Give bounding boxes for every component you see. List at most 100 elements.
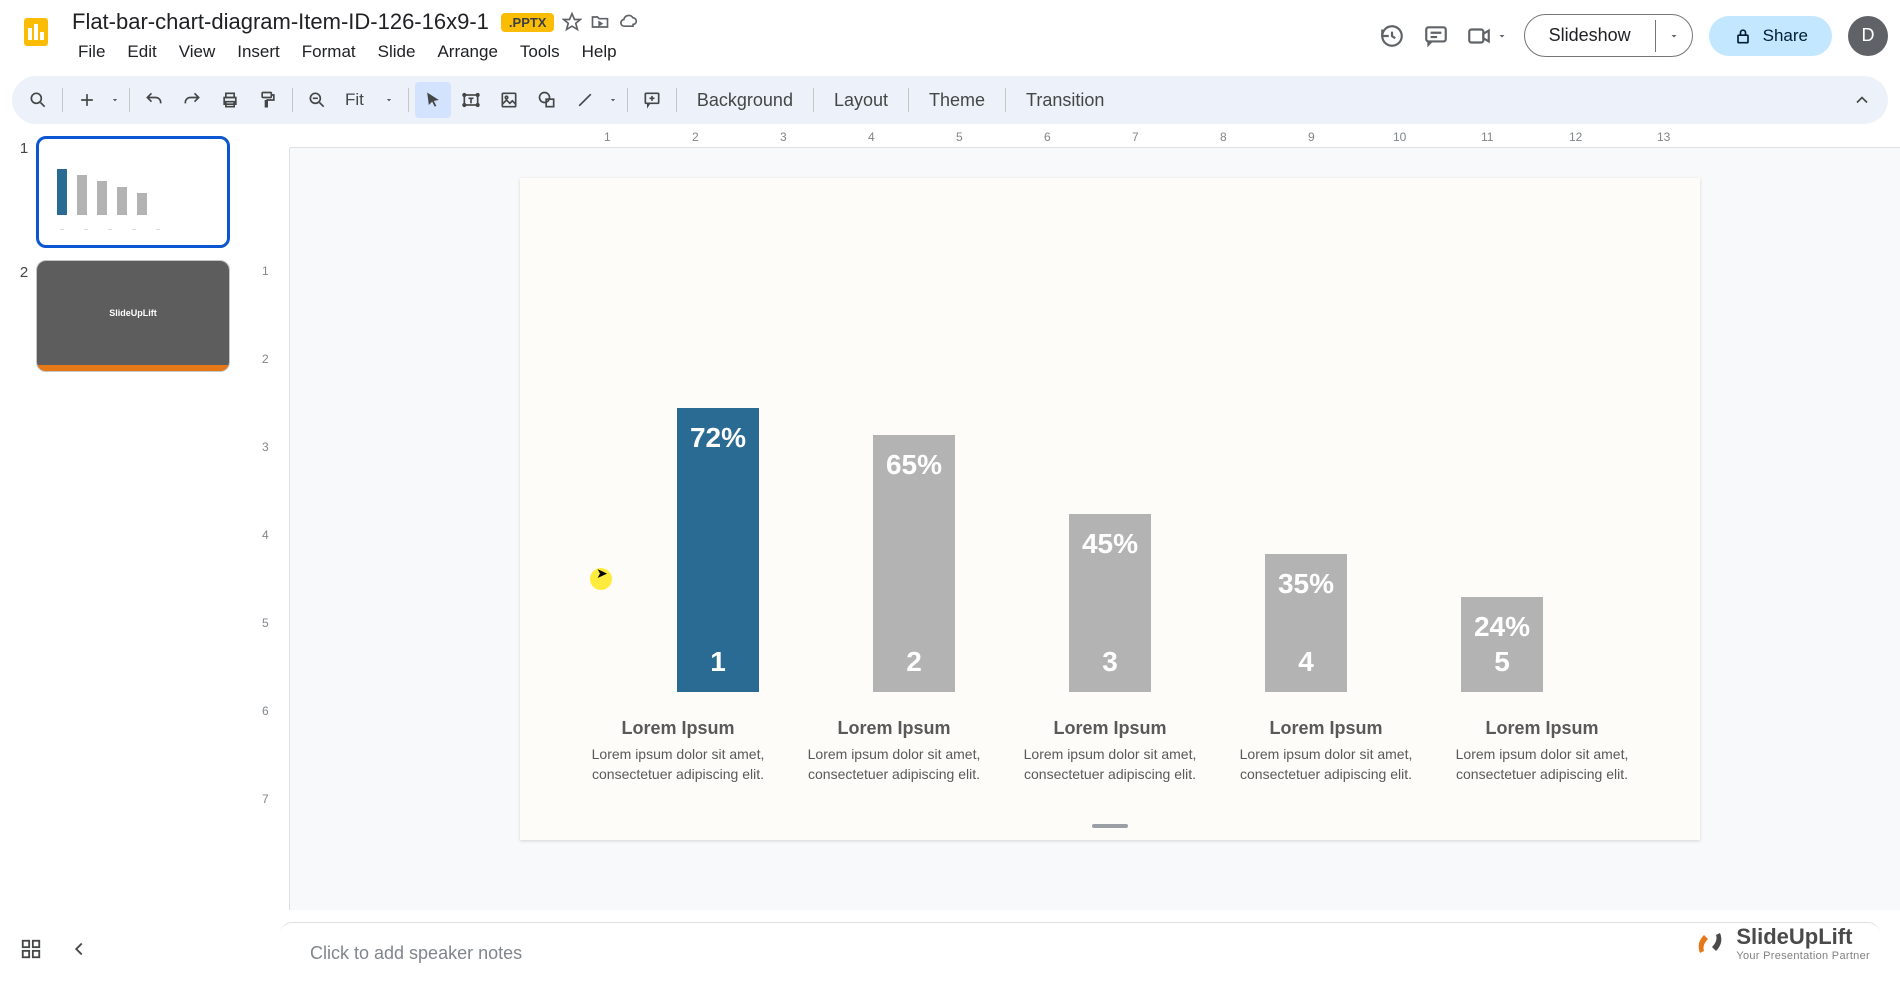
menu-edit[interactable]: Edit (117, 38, 166, 66)
share-button[interactable]: Share (1709, 16, 1832, 56)
slide-canvas[interactable]: ➤ 72% 1 65% 2 45% 3 35% 4 24% 5 Lorem Ip… (520, 178, 1700, 840)
chevron-down-icon (384, 95, 394, 105)
textbox-icon[interactable] (453, 82, 489, 118)
bar-index-label: 3 (1102, 646, 1118, 678)
bar-value-label: 72% (690, 422, 746, 454)
menu-file[interactable]: File (68, 38, 115, 66)
label-title: Lorem Ipsum (799, 718, 989, 739)
thumb2-brand-text: SlideUpLift (37, 261, 229, 371)
bar-value-label: 24% (1474, 611, 1530, 643)
menu-tools[interactable]: Tools (510, 38, 570, 66)
collapse-toolbar-icon[interactable] (1844, 82, 1880, 118)
menu-insert[interactable]: Insert (227, 38, 290, 66)
menu-help[interactable]: Help (572, 38, 627, 66)
new-slide-icon[interactable] (69, 82, 105, 118)
label-text: Lorem ipsum dolor sit amet, consectetuer… (1015, 745, 1205, 784)
document-title[interactable]: Flat-bar-chart-diagram-Item-ID-126-16x9-… (68, 7, 493, 37)
slide-panel: 1 ————— 2 SlideUpLift (0, 128, 252, 910)
undo-icon[interactable] (136, 82, 172, 118)
label-text: Lorem ipsum dolor sit amet, consectetuer… (799, 745, 989, 784)
menu-arrange[interactable]: Arrange (427, 38, 507, 66)
zoom-select[interactable]: Fit (337, 86, 402, 114)
bar-index-label: 1 (710, 646, 726, 678)
chart[interactable]: 72% 1 65% 2 45% 3 35% 4 24% 5 (620, 272, 1600, 692)
chart-labels: Lorem Ipsum Lorem ipsum dolor sit amet, … (570, 718, 1650, 784)
bar-index-label: 4 (1298, 646, 1314, 678)
label-title: Lorem Ipsum (1231, 718, 1421, 739)
search-menu-icon[interactable] (20, 82, 56, 118)
comment-icon[interactable] (634, 82, 670, 118)
chart-bar[interactable]: 24% 5 (1461, 597, 1543, 692)
label-text: Lorem ipsum dolor sit amet, consectetuer… (583, 745, 773, 784)
chart-label-block[interactable]: Lorem Ipsum Lorem ipsum dolor sit amet, … (1015, 718, 1205, 784)
label-title: Lorem Ipsum (1447, 718, 1637, 739)
slideshow-button[interactable]: Slideshow (1525, 15, 1655, 56)
chart-label-block[interactable]: Lorem Ipsum Lorem ipsum dolor sit amet, … (1231, 718, 1421, 784)
user-avatar[interactable]: D (1848, 16, 1888, 56)
toolbar: Fit Background Layout Theme Transition (12, 76, 1888, 124)
chart-label-block[interactable]: Lorem Ipsum Lorem ipsum dolor sit amet, … (799, 718, 989, 784)
label-title: Lorem Ipsum (583, 718, 773, 739)
grid-view-icon[interactable] (20, 938, 44, 962)
video-call-button[interactable] (1466, 23, 1508, 49)
resize-handle[interactable] (1092, 824, 1128, 828)
menu-bar: File Edit View Insert Format Slide Arran… (68, 38, 1378, 66)
chart-bar[interactable]: 35% 4 (1265, 554, 1347, 692)
watermark-tagline: Your Presentation Partner (1736, 950, 1870, 962)
line-dropdown[interactable] (605, 82, 621, 118)
chart-bar[interactable]: 72% 1 (677, 408, 759, 692)
app-logo[interactable] (12, 8, 60, 56)
chart-label-block[interactable]: Lorem Ipsum Lorem ipsum dolor sit amet, … (1447, 718, 1637, 784)
slide-thumbnail-1[interactable]: ————— (36, 136, 230, 248)
label-text: Lorem ipsum dolor sit amet, consectetuer… (1231, 745, 1421, 784)
chart-bar[interactable]: 45% 3 (1069, 514, 1151, 692)
menu-view[interactable]: View (169, 38, 226, 66)
move-folder-icon[interactable] (590, 12, 610, 32)
label-text: Lorem ipsum dolor sit amet, consectetuer… (1447, 745, 1637, 784)
cursor-arrow-icon: ➤ (596, 565, 608, 582)
zoom-icon[interactable] (299, 82, 335, 118)
image-icon[interactable] (491, 82, 527, 118)
chart-label-block[interactable]: Lorem Ipsum Lorem ipsum dolor sit amet, … (583, 718, 773, 784)
watermark-logo-icon (1692, 925, 1728, 961)
new-slide-dropdown[interactable] (107, 82, 123, 118)
slideshow-dropdown[interactable] (1655, 20, 1692, 52)
watermark-brand: SlideUpLift (1736, 924, 1870, 950)
bar-index-label: 5 (1494, 646, 1510, 678)
print-icon[interactable] (212, 82, 248, 118)
history-icon[interactable] (1378, 22, 1406, 50)
comments-icon[interactable] (1422, 22, 1450, 50)
zoom-value: Fit (345, 90, 364, 110)
cloud-status-icon[interactable] (618, 12, 638, 32)
background-button[interactable]: Background (683, 82, 807, 119)
label-title: Lorem Ipsum (1015, 718, 1205, 739)
redo-icon[interactable] (174, 82, 210, 118)
watermark: SlideUpLift Your Presentation Partner (1692, 924, 1870, 962)
chart-bar[interactable]: 65% 2 (873, 435, 955, 692)
share-label: Share (1763, 26, 1808, 46)
canvas-area: 1 2 3 4 5 6 7 8 9 10 11 12 13 1 2 3 4 5 … (252, 128, 1900, 910)
slide-number: 2 (12, 260, 36, 281)
menu-slide[interactable]: Slide (368, 38, 426, 66)
slide-thumbnail-2[interactable]: SlideUpLift (36, 260, 230, 372)
paint-format-icon[interactable] (250, 82, 286, 118)
layout-button[interactable]: Layout (820, 82, 902, 119)
select-tool-icon[interactable] (415, 82, 451, 118)
shape-icon[interactable] (529, 82, 565, 118)
star-icon[interactable] (562, 12, 582, 32)
collapse-panel-icon[interactable] (68, 938, 92, 962)
lock-icon (1733, 26, 1753, 46)
chevron-down-icon (1496, 30, 1508, 42)
bar-index-label: 2 (906, 646, 922, 678)
theme-button[interactable]: Theme (915, 82, 999, 119)
horizontal-ruler[interactable]: 1 2 3 4 5 6 7 8 9 10 11 12 13 (290, 128, 1900, 148)
line-icon[interactable] (567, 82, 603, 118)
menu-format[interactable]: Format (292, 38, 366, 66)
bar-value-label: 65% (886, 449, 942, 481)
file-format-badge: .PPTX (501, 13, 555, 32)
vertical-ruler[interactable]: 1 2 3 4 5 6 7 (252, 148, 290, 910)
slide-number: 1 (12, 136, 36, 157)
bar-value-label: 45% (1082, 528, 1138, 560)
transition-button[interactable]: Transition (1012, 82, 1118, 119)
speaker-notes[interactable]: Click to add speaker notes (280, 922, 1880, 982)
